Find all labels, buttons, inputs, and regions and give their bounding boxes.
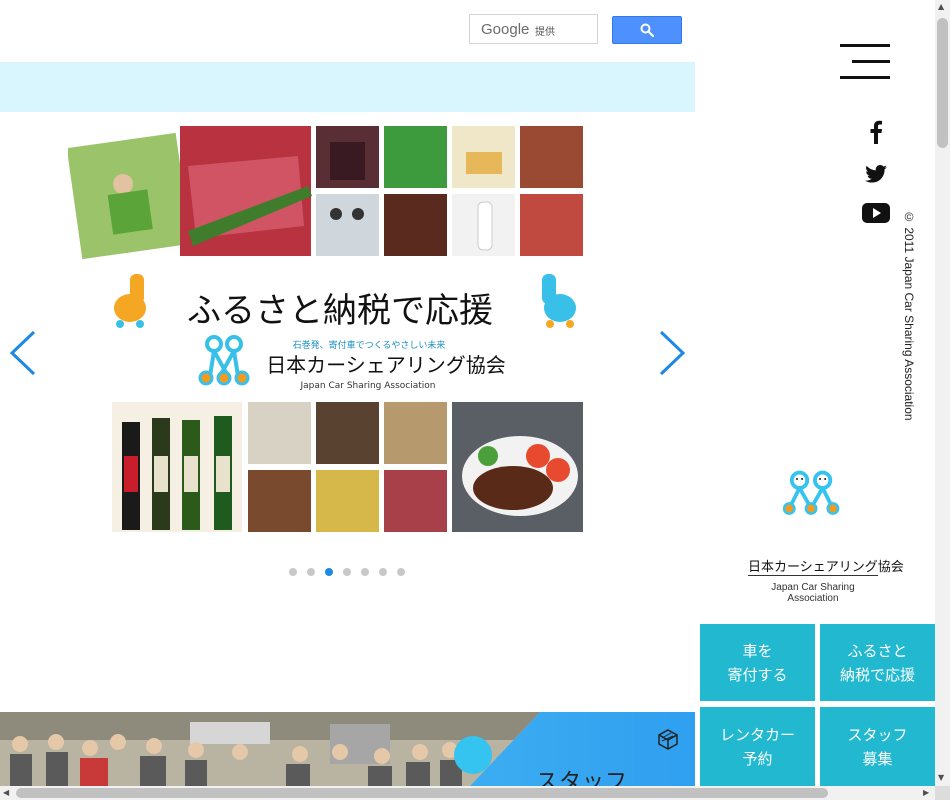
gift-box-photo — [316, 402, 379, 464]
greens-photo — [384, 126, 447, 188]
scroll-right-icon[interactable]: ▶ — [923, 788, 929, 797]
scroll-down-icon[interactable]: ▼ — [938, 773, 944, 782]
staff-banner-title: スタッフ — [536, 770, 629, 786]
info-bar — [0, 62, 695, 112]
youtube-link[interactable] — [860, 200, 892, 226]
vertical-scrollbar[interactable]: ▲ ▼ — [935, 0, 950, 786]
farmer-photo — [68, 132, 192, 260]
staff-recruit-button[interactable]: スタッフ 募集 — [820, 707, 935, 786]
copyright-text: © 2011 Japan Car Sharing Association — [902, 210, 916, 421]
vertical-scroll-thumb[interactable] — [937, 18, 948, 148]
furusato-nozei-slide[interactable]: ふるさと納税で応援 石巻発、寄付車でつくるやさしい未来 日本カーシェアリング協会… — [68, 126, 588, 536]
logo-mark-icon — [782, 470, 840, 515]
grilled-meat-photo — [520, 126, 583, 188]
scroll-left-icon[interactable]: ◀ — [3, 788, 9, 797]
search-button[interactable] — [612, 16, 682, 44]
facebook-icon — [870, 120, 882, 144]
sashimi-photo — [520, 194, 583, 256]
horizontal-scroll-thumb[interactable] — [16, 788, 828, 798]
cube-icon — [658, 729, 678, 750]
logo-en-line2: Association — [787, 593, 839, 604]
slider-pagination — [289, 568, 405, 576]
banner-accent-circle — [454, 736, 492, 774]
staff-banner[interactable]: スタッフ — [0, 712, 695, 786]
logo-org-jp: 日本カーシェアリング協会 — [748, 560, 904, 575]
cards-photo — [248, 402, 311, 464]
logo-en-line1: Japan Car Sharing — [771, 582, 855, 593]
youtube-icon — [862, 203, 890, 223]
provided-by-label: 提供 — [535, 27, 555, 38]
slide-org-jp: 日本カーシェアリング協会 — [266, 353, 506, 377]
slider-prev-arrow[interactable] — [8, 328, 38, 378]
hamburg-photo — [248, 470, 311, 532]
furusato-nozei-button[interactable]: ふるさと 納税で応援 — [820, 624, 935, 701]
slider-dot[interactable] — [397, 568, 405, 576]
hero-slider: ふるさと納税で応援 石巻発、寄付車でつくるやさしい未来 日本カーシェアリング協会… — [0, 116, 695, 586]
lotus-root-photo — [384, 402, 447, 464]
rental-car-button[interactable]: レンタカー 予約 — [700, 707, 815, 786]
steak-photo — [384, 194, 447, 256]
site-search: Google 提供 — [469, 14, 682, 44]
search-icon — [640, 23, 654, 37]
scroll-up-icon[interactable]: ▲ — [938, 2, 944, 11]
staff-photo-small — [316, 194, 379, 256]
slide-slogan: 石巻発、寄付車でつくるやさしい未来 — [293, 339, 446, 351]
search-input[interactable]: Google 提供 — [469, 14, 598, 44]
facebook-link[interactable] — [860, 119, 892, 145]
meat-photo — [384, 470, 447, 532]
twitter-link[interactable] — [860, 161, 892, 187]
slider-dot[interactable] — [379, 568, 387, 576]
google-brand: Google — [481, 21, 530, 38]
horizontal-scrollbar[interactable]: ◀ ▶ — [0, 786, 935, 800]
logo-org-en: Japan Car Sharing Association — [752, 582, 874, 604]
logo-divider — [748, 575, 878, 576]
scrollbar-corner — [935, 786, 950, 800]
donate-car-button[interactable]: 車を 寄付する — [700, 624, 815, 701]
slider-dot[interactable] — [325, 568, 333, 576]
slider-dot[interactable] — [307, 568, 315, 576]
slider-next-arrow[interactable] — [657, 328, 687, 378]
association-logo[interactable] — [744, 470, 882, 556]
slider-dot[interactable] — [289, 568, 297, 576]
hamburger-menu-button[interactable] — [840, 44, 890, 80]
slide-tagline: ふるさと納税で応援 — [187, 291, 493, 331]
slide-org-en: Japan Car Sharing Association — [300, 381, 436, 391]
twitter-icon — [865, 165, 887, 183]
slider-dot[interactable] — [343, 568, 351, 576]
rice-photo — [316, 470, 379, 532]
slider-dot[interactable] — [361, 568, 369, 576]
